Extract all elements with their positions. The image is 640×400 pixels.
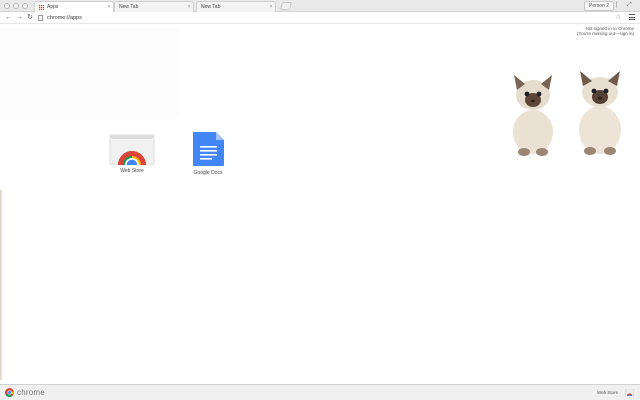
signin-line-2[interactable]: (You're missing out—sign in) bbox=[577, 31, 634, 36]
window-separator-icon: | bbox=[616, 2, 618, 8]
web-store-icon bbox=[109, 134, 155, 165]
back-icon[interactable]: ← bbox=[5, 14, 12, 22]
web-store-shelf-icon[interactable] bbox=[625, 389, 634, 396]
tab-new-tab-1[interactable]: New Tab × bbox=[114, 1, 194, 12]
chrome-logo-icon bbox=[5, 388, 14, 397]
kittens-background-image bbox=[513, 71, 621, 156]
tab-label: Apps bbox=[47, 4, 59, 10]
app-label: Web Store bbox=[120, 168, 144, 174]
tab-new-tab-2[interactable]: New Tab × bbox=[196, 1, 276, 12]
app-web-store[interactable]: Web Store bbox=[102, 131, 162, 174]
chrome-logo[interactable]: chrome bbox=[5, 388, 45, 397]
browser-window: Apps × New Tab × New Tab × Person 2 | ⤢ … bbox=[0, 0, 640, 400]
profile-button[interactable]: Person 2 bbox=[584, 1, 615, 11]
address-bar[interactable]: chrome://apps bbox=[38, 13, 613, 23]
google-docs-icon bbox=[193, 132, 224, 166]
wallpaper-edge bbox=[0, 190, 3, 380]
app-google-docs[interactable]: Google Docs bbox=[178, 131, 238, 176]
tab-strip: Apps × New Tab × New Tab × Person 2 | ⤢ bbox=[0, 0, 640, 12]
forward-icon[interactable]: → bbox=[16, 14, 23, 22]
url-text: chrome://apps bbox=[47, 15, 82, 21]
tab-label: New Tab bbox=[119, 4, 139, 10]
maximize-window-icon[interactable] bbox=[22, 3, 28, 9]
close-tab-icon[interactable]: × bbox=[185, 4, 193, 10]
fullscreen-icon[interactable]: ⤢ bbox=[627, 2, 632, 9]
close-tab-icon[interactable]: × bbox=[105, 4, 113, 10]
apps-grid-icon bbox=[39, 4, 44, 10]
chrome-brand-text: chrome bbox=[17, 388, 45, 397]
close-tab-icon[interactable]: × bbox=[267, 4, 275, 10]
bottom-shelf: chrome Web Store bbox=[0, 384, 640, 400]
toolbar: ← → ↻ chrome://apps ☆ bbox=[0, 12, 640, 24]
close-window-icon[interactable] bbox=[4, 3, 10, 9]
reload-icon[interactable]: ↻ bbox=[27, 14, 33, 22]
shelf-web-store-link[interactable]: Web Store bbox=[597, 390, 618, 395]
page-icon bbox=[38, 15, 43, 21]
minimize-window-icon[interactable] bbox=[13, 3, 19, 9]
signin-notice[interactable]: Not signed in to Chrome (You're missing … bbox=[577, 26, 634, 36]
apps-backdrop bbox=[0, 28, 180, 118]
new-tab-button[interactable] bbox=[279, 2, 293, 10]
app-label: Google Docs bbox=[193, 170, 223, 176]
bookmark-star-icon[interactable]: ☆ bbox=[615, 13, 621, 21]
tab-apps[interactable]: Apps × bbox=[34, 1, 114, 12]
menu-icon[interactable] bbox=[629, 14, 635, 20]
tab-label: New Tab bbox=[201, 4, 221, 10]
